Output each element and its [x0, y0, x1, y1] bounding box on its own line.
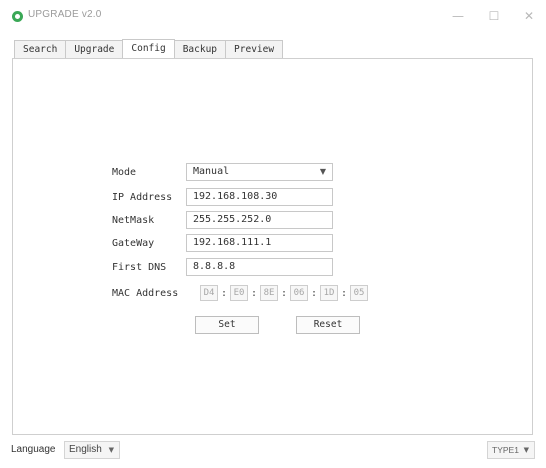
chevron-down-icon: ▼ — [108, 446, 114, 454]
set-button[interactable]: Set — [195, 316, 259, 334]
mac-separator: : — [340, 287, 348, 299]
first-dns-field[interactable]: 8.8.8.8 — [186, 258, 333, 276]
mode-label: Mode — [112, 167, 137, 178]
tab-preview[interactable]: Preview — [225, 40, 284, 59]
mode-select[interactable]: Manual ▼ — [186, 163, 333, 181]
mac-octet-6[interactable]: 05 — [350, 285, 368, 301]
tab-bar: Search Upgrade Config Backup Preview — [14, 39, 284, 59]
gateway-label: GateWay — [112, 238, 155, 249]
mode-value: Manual — [193, 166, 230, 177]
mac-octet-3[interactable]: 8E — [260, 285, 278, 301]
tab-upgrade[interactable]: Upgrade — [65, 40, 124, 59]
reset-button[interactable]: Reset — [296, 316, 360, 334]
tab-search[interactable]: Search — [14, 40, 67, 59]
chevron-down-icon: ▼ — [319, 167, 326, 176]
netmask-field[interactable]: 255.255.252.0 — [186, 211, 333, 229]
language-value: English — [69, 444, 102, 455]
minimize-button[interactable]: — — [448, 8, 468, 24]
first-dns-label: First DNS — [112, 262, 167, 273]
mac-separator: : — [250, 287, 258, 299]
mac-octet-2[interactable]: E0 — [230, 285, 248, 301]
language-select[interactable]: English ▼ — [64, 441, 120, 459]
netmask-label: NetMask — [112, 215, 155, 226]
close-button[interactable]: ✕ — [519, 8, 539, 24]
mac-separator: : — [310, 287, 318, 299]
type-select[interactable]: TYPE1 ▼ — [487, 441, 535, 459]
mac-separator: : — [280, 287, 288, 299]
app-logo-icon — [12, 11, 23, 22]
tab-config[interactable]: Config — [122, 39, 175, 59]
language-label: Language — [11, 444, 56, 455]
mac-octet-1[interactable]: D4 — [200, 285, 218, 301]
app-window: UPGRADE v2.0 — ☐ ✕ Search Upgrade Config… — [0, 0, 546, 468]
mac-address-label: MAC Address — [112, 288, 179, 299]
mac-address-group: D4 : E0 : 8E : 06 : 1D : 05 — [200, 285, 368, 301]
chevron-down-icon: ▼ — [523, 446, 529, 454]
ip-address-field[interactable]: 192.168.108.30 — [186, 188, 333, 206]
maximize-button[interactable]: ☐ — [484, 8, 504, 24]
title-bar: UPGRADE v2.0 — ☐ ✕ — [0, 0, 546, 34]
mac-octet-5[interactable]: 1D — [320, 285, 338, 301]
ip-address-label: IP Address — [112, 192, 173, 203]
mac-separator: : — [220, 287, 228, 299]
window-title: UPGRADE v2.0 — [28, 9, 102, 20]
gateway-field[interactable]: 192.168.111.1 — [186, 234, 333, 252]
type-value: TYPE1 — [492, 445, 519, 455]
tab-backup[interactable]: Backup — [173, 40, 227, 59]
mac-octet-4[interactable]: 06 — [290, 285, 308, 301]
